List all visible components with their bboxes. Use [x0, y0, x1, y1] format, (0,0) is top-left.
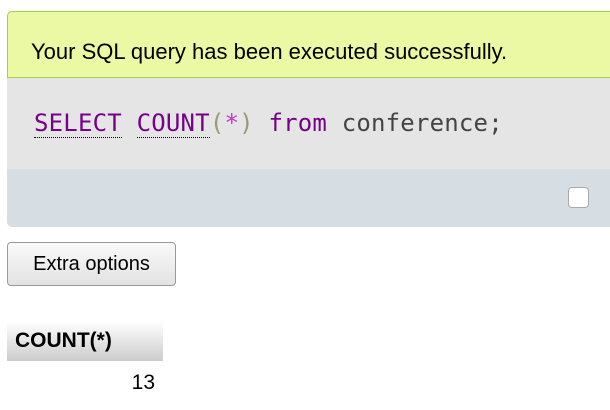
sql-query-box: SELECT COUNT(*) from conference;	[7, 78, 610, 169]
sql-query-line: SELECT COUNT(*) from conference;	[34, 109, 503, 138]
query-select-checkbox[interactable]	[568, 187, 589, 208]
sql-keyword-from: from	[268, 109, 328, 137]
sql-paren-close: )	[239, 109, 254, 137]
success-message: Your SQL query has been executed success…	[7, 11, 610, 78]
sql-table-name: conference	[341, 109, 489, 137]
column-header-count[interactable]: COUNT(*)	[7, 321, 163, 361]
table-row: 13	[7, 361, 163, 405]
sql-terminator: ;	[488, 109, 503, 137]
sql-paren-open: (	[209, 109, 225, 137]
sql-star: *	[224, 109, 240, 137]
sql-function-count-link[interactable]: COUNT	[136, 109, 210, 138]
results-header-row: COUNT(*)	[7, 321, 163, 361]
sql-keyword-select-link[interactable]: SELECT	[34, 109, 122, 138]
results-table: COUNT(*) 13	[7, 321, 163, 405]
extra-options-button[interactable]: Extra options	[7, 242, 176, 286]
result-cell-count: 13	[131, 371, 155, 394]
success-message-text: Your SQL query has been executed success…	[31, 39, 508, 64]
sql-query-footer	[7, 169, 610, 227]
